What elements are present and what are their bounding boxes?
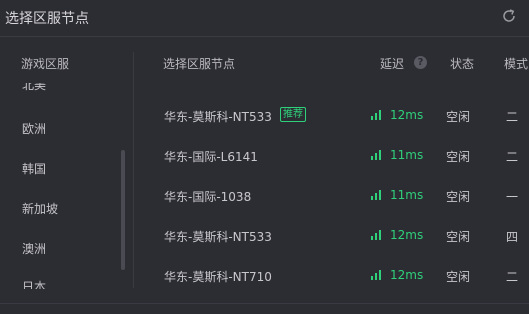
node-latency: 12ms xyxy=(390,268,424,282)
region-item-europe[interactable]: 欧洲 xyxy=(22,120,46,137)
node-latency: 12ms xyxy=(390,108,424,122)
node-status: 空闲 xyxy=(446,150,471,164)
node-name: 华东-莫斯科-NT533 xyxy=(164,110,272,124)
status-column-header: 状态 xyxy=(450,57,475,71)
refresh-icon[interactable] xyxy=(501,8,517,24)
node-row[interactable]: 华东-国际-L6141 11ms 空闲 二 xyxy=(134,136,529,176)
node-row[interactable]: 华东-国际-1038 11ms 空闲 一 xyxy=(134,176,529,216)
signal-icon xyxy=(371,190,381,200)
node-row[interactable]: 华东-莫斯科-NT533 推荐 12ms 空闲 二 xyxy=(134,96,529,136)
node-name: 华东-莫斯科-NT533 xyxy=(164,230,272,244)
node-mode: 二 xyxy=(506,150,519,164)
node-mode: 二 xyxy=(506,110,519,124)
region-list-scrollbar[interactable] xyxy=(121,150,125,270)
region-item-singapore[interactable]: 新加坡 xyxy=(22,200,58,217)
node-latency: 11ms xyxy=(390,148,424,162)
node-mode: 二 xyxy=(506,270,519,284)
node-mode: 一 xyxy=(506,190,519,204)
footer-divider xyxy=(0,303,529,304)
node-row[interactable]: 华东-莫斯科-NT533 12ms 空闲 四 xyxy=(134,216,529,256)
latency-column-header: 延迟 xyxy=(380,57,405,71)
node-mode: 四 xyxy=(506,230,519,244)
node-table: 选择区服节点 延迟 ? 状态 模式 华东-莫斯科-NT533 推荐 12ms 空… xyxy=(134,37,529,292)
node-selector-panel: 选择区服节点 游戏区服 北美 欧洲 韩国 新加坡 澳洲 日本 选择区服节点 延迟… xyxy=(0,0,529,314)
signal-icon xyxy=(371,270,381,280)
node-status: 空闲 xyxy=(446,230,471,244)
help-icon[interactable]: ? xyxy=(414,56,427,69)
panel-header: 选择区服节点 xyxy=(0,0,529,37)
node-name: 华东-国际-1038 xyxy=(164,190,252,204)
signal-icon xyxy=(371,150,381,160)
region-item-japan[interactable]: 日本 xyxy=(22,278,46,289)
panel-title: 选择区服节点 xyxy=(5,11,89,27)
region-list[interactable]: 北美 欧洲 韩国 新加坡 澳洲 日本 xyxy=(0,83,120,289)
region-column-header: 游戏区服 xyxy=(21,57,70,71)
node-status: 空闲 xyxy=(446,190,471,204)
mode-column-header: 模式 xyxy=(504,57,529,71)
region-item-australia[interactable]: 澳洲 xyxy=(22,240,46,257)
region-item-korea[interactable]: 韩国 xyxy=(22,160,46,177)
signal-icon xyxy=(371,110,381,120)
node-row[interactable]: 华东-莫斯科-NT710 12ms 空闲 二 xyxy=(134,256,529,296)
node-column-header: 选择区服节点 xyxy=(163,57,236,71)
region-item-north-america[interactable]: 北美 xyxy=(22,83,46,93)
node-latency: 11ms xyxy=(390,188,424,202)
node-status: 空闲 xyxy=(446,270,471,284)
recommended-badge: 推荐 xyxy=(280,107,306,122)
signal-icon xyxy=(371,230,381,240)
node-name: 华东-莫斯科-NT710 xyxy=(164,270,272,284)
region-list-pane: 游戏区服 北美 欧洲 韩国 新加坡 澳洲 日本 xyxy=(0,37,133,292)
node-name: 华东-国际-L6141 xyxy=(164,150,258,164)
node-latency: 12ms xyxy=(390,228,424,242)
node-status: 空闲 xyxy=(446,110,471,124)
